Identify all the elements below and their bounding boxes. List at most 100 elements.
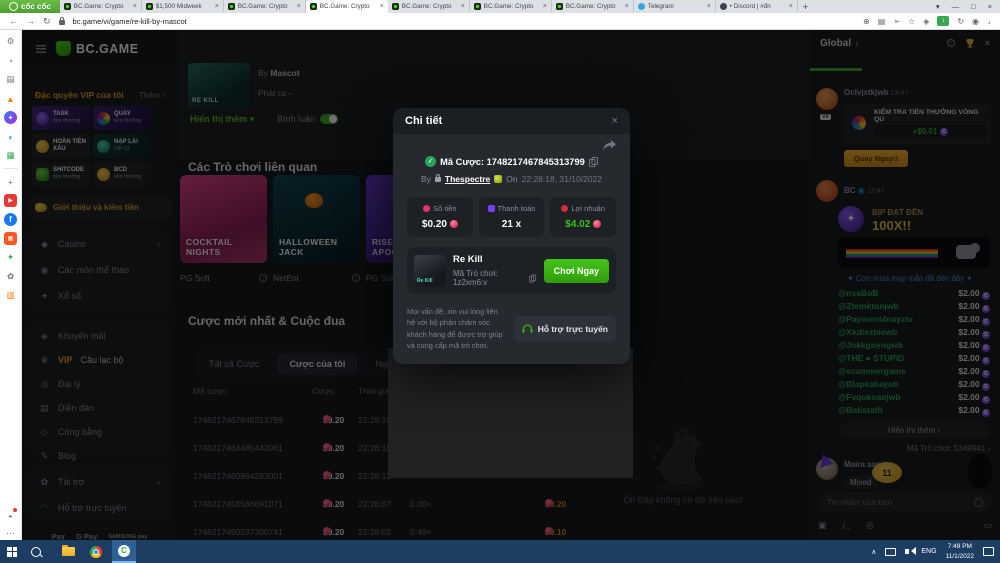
browser-tab-active[interactable]: BC.Game: Crypto ×	[305, 0, 388, 13]
tab-title: BC.Game: Crypto	[565, 3, 616, 10]
bet-id: Mã Cược: 1748217467845313799	[440, 156, 585, 167]
tab-close-icon[interactable]: ×	[380, 3, 384, 10]
bcgame-favicon	[555, 3, 563, 10]
update-browser-button[interactable]: ↓	[937, 16, 950, 26]
support-note: Mọi vấn đề, xin vui lòng liên hệ với bộ …	[407, 307, 503, 351]
new-tab-button[interactable]: +	[803, 2, 808, 12]
coccoc-brand[interactable]: cốc cốc	[0, 0, 60, 13]
bcgame-favicon	[309, 3, 317, 10]
copy-icon[interactable]	[529, 274, 537, 283]
tray-expand-icon[interactable]: ∧	[871, 548, 876, 556]
gift-icon[interactable]: ✦	[4, 251, 17, 264]
history-icon[interactable]: ◔	[4, 54, 17, 67]
file-explorer-icon[interactable]	[56, 540, 80, 563]
browser-tab[interactable]: BC.Game: Crypto ×	[470, 0, 552, 13]
verified-check-icon: ✓	[425, 156, 437, 167]
window-maximize-button[interactable]: □	[971, 2, 976, 11]
adblock-shield-icon[interactable]: ◈	[923, 17, 929, 26]
cart-icon[interactable]: ▥	[4, 289, 17, 302]
chrome-icon[interactable]	[84, 540, 108, 563]
newsfeed-icon[interactable]: ▤	[4, 73, 17, 86]
network-icon[interactable]	[885, 547, 897, 556]
plugin-icon[interactable]: ✿	[4, 270, 17, 283]
tab-search-icon[interactable]: ▾	[936, 2, 940, 11]
play-now-button[interactable]: Chơi Ngay	[543, 258, 609, 283]
discord-favicon	[719, 3, 727, 10]
coin-icon	[449, 220, 458, 228]
browser-tab[interactable]: BC.Game: Crypto ×	[60, 0, 142, 13]
taskbar-clock[interactable]: 7:48 PM 11/1/2022	[946, 542, 974, 560]
volume-icon[interactable]	[905, 547, 917, 555]
bookmark-star-icon[interactable]: ☆	[908, 17, 915, 26]
action-center-icon[interactable]	[983, 547, 994, 556]
reload-button[interactable]: ↻	[43, 16, 51, 27]
tab-close-icon[interactable]: ×	[297, 3, 301, 10]
tab-close-icon[interactable]: ×	[789, 3, 793, 10]
url-field[interactable]: bc.game/vi/game/re-kill-by-mascot	[73, 17, 187, 26]
more-icon[interactable]: ⋯	[4, 527, 17, 540]
bcgame-favicon	[473, 3, 481, 10]
screen: cốc cốc BC.Game: Crypto × $1,500 Midweek ×…	[0, 0, 1000, 563]
taskbar-search-icon[interactable]	[24, 540, 48, 563]
notifications-bell-icon[interactable]: ◒	[4, 508, 17, 521]
browser-tab[interactable]: Telegram ×	[634, 0, 716, 13]
add-shortcut-icon[interactable]: +	[4, 175, 17, 188]
browser-tab[interactable]: BC.Game: Crypto ×	[388, 0, 470, 13]
share-icon[interactable]	[603, 140, 616, 151]
share-icon[interactable]: ➣	[893, 17, 900, 26]
browser-tab[interactable]: • Discord | #đn ×	[716, 0, 798, 13]
tab-close-icon[interactable]: ×	[133, 3, 137, 10]
games-icon[interactable]: ▦	[4, 149, 17, 162]
downloads-icon[interactable]: ↓	[987, 17, 991, 26]
tab-close-icon[interactable]: ×	[461, 3, 465, 10]
telegram-favicon	[637, 3, 645, 10]
forward-button[interactable]: →	[26, 16, 35, 26]
tab-title: BC.Game: Crypto	[73, 3, 124, 10]
browser-tabstrip: cốc cốc BC.Game: Crypto × $1,500 Midweek ×…	[0, 0, 1000, 13]
bcgame-favicon	[391, 3, 399, 10]
tab-title: $1,500 Midweek	[155, 3, 202, 10]
messenger-icon[interactable]: ✦	[4, 111, 17, 124]
tab-close-icon[interactable]: ×	[543, 3, 547, 10]
back-button[interactable]: ←	[9, 16, 18, 26]
live-support-button[interactable]: Hỗ trợ trực tuyến	[513, 315, 616, 342]
browser-tab[interactable]: $1,500 Midweek ×	[142, 0, 224, 13]
zalo-icon[interactable]: ◗	[4, 130, 17, 143]
translate-icon[interactable]: ▤	[878, 17, 886, 26]
tab-title: • Discord | #đn	[729, 3, 771, 10]
facebook-icon[interactable]: f	[4, 213, 17, 226]
shop-icon[interactable]: ▦	[4, 232, 17, 245]
browser-tab[interactable]: BC.Game: Crypto ×	[552, 0, 634, 13]
profile-icon[interactable]: ◉	[972, 17, 979, 26]
coccoc-taskbar-icon[interactable]: C	[112, 540, 136, 563]
sync-icon[interactable]: ↻	[957, 17, 964, 26]
tab-title: BC.Game: Crypto	[237, 3, 288, 10]
tab-close-icon[interactable]: ×	[215, 3, 219, 10]
ssl-lock-icon[interactable]	[58, 16, 65, 25]
modal-title: Chi tiết	[405, 115, 443, 127]
coccoc-logo-icon	[9, 2, 18, 11]
language-indicator[interactable]: ENG	[921, 548, 936, 555]
window-minimize-button[interactable]: —	[952, 2, 960, 11]
browser-sidebar: ⚙ ◔ ▤ ▲ ✦ ◗ ▦ + ▶ f ▦ ✦ ✿ ▥ ◒ ⋯	[0, 30, 22, 540]
youtube-icon[interactable]: ▶	[4, 194, 17, 207]
tab-close-icon[interactable]: ×	[707, 3, 711, 10]
headset-icon	[522, 324, 533, 333]
modal-close-icon[interactable]: ×	[612, 115, 618, 127]
amount-icon	[423, 205, 431, 212]
bcgame-site: BC.GAME Casino Các môn thể thao Tên trò …	[22, 30, 1000, 540]
save-page-icon[interactable]: ⊕	[863, 17, 870, 26]
settings-gear-icon[interactable]: ⚙	[4, 35, 17, 48]
brand-label: cốc cốc	[21, 2, 51, 11]
tab-close-icon[interactable]: ×	[625, 3, 629, 10]
bet-username[interactable]: Thespectre	[445, 174, 490, 184]
hot-trends-icon[interactable]: ▲	[4, 92, 17, 105]
tab-title: BC.Game: Crypto	[483, 3, 534, 10]
copy-icon[interactable]	[588, 156, 598, 167]
windows-taskbar: C ∧ ENG 7:48 PM 11/1/2022	[0, 540, 1000, 563]
window-close-button[interactable]: ×	[988, 2, 992, 11]
sidebar-divider	[3, 168, 18, 169]
start-button[interactable]	[0, 540, 24, 563]
payout-icon	[487, 205, 495, 212]
browser-tab[interactable]: BC.Game: Crypto ×	[224, 0, 306, 13]
